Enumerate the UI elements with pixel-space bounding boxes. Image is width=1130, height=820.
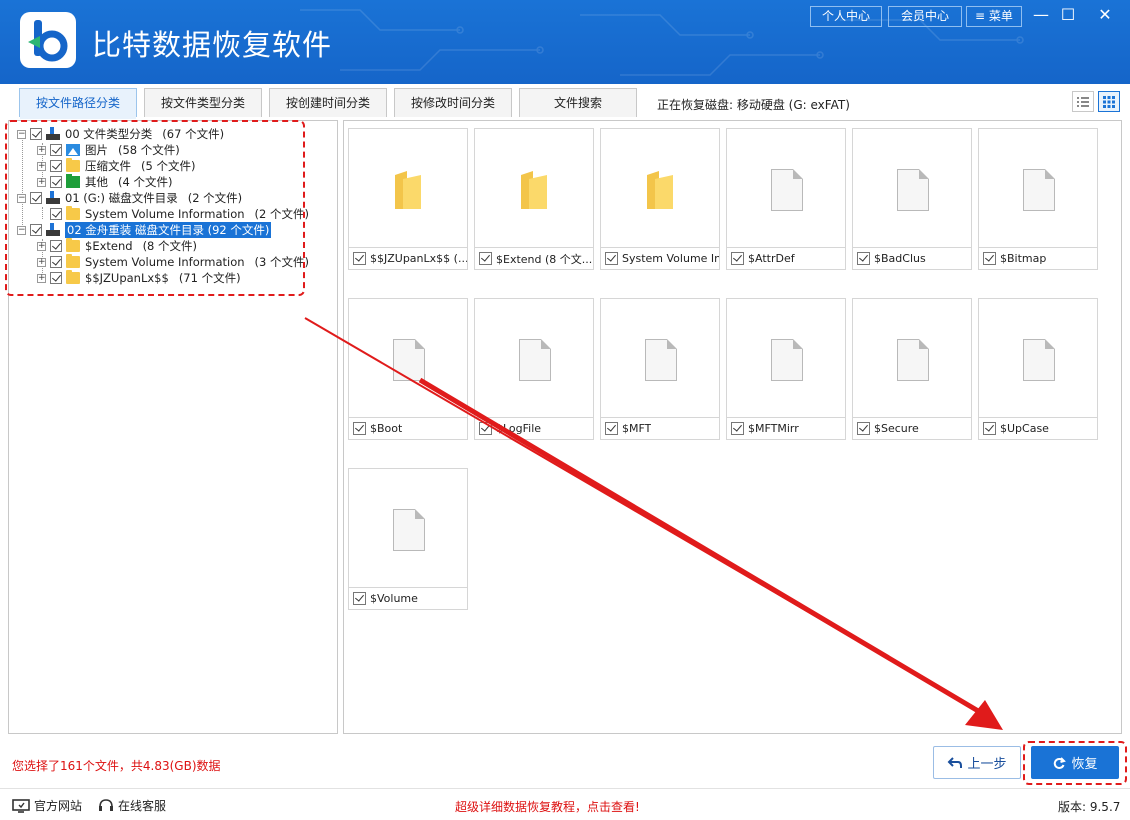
file-icon <box>771 169 803 211</box>
file-icon <box>393 509 425 551</box>
menu-button[interactable]: ≡ 菜单 <box>966 6 1022 27</box>
tabs-row: 按文件路径分类 按文件类型分类 按创建时间分类 按修改时间分类 文件搜索 正在恢… <box>0 84 1130 120</box>
selection-status: 您选择了161个文件，共4.83(GB)数据 <box>12 759 221 773</box>
file-name: System Volume In... <box>622 252 719 265</box>
file-checkbox[interactable] <box>731 422 744 435</box>
file-icon <box>519 339 551 381</box>
tab-by-modified[interactable]: 按修改时间分类 <box>394 88 512 117</box>
personal-center-button[interactable]: 个人中心 <box>810 6 882 27</box>
file-checkbox[interactable] <box>857 252 870 265</box>
close-button[interactable]: ✕ <box>1090 4 1120 26</box>
file-icon <box>771 339 803 381</box>
file-name: $MFTMirr <box>748 422 799 435</box>
menu-icon: ≡ <box>975 9 989 23</box>
file-name: $Extend (8 个文... <box>496 252 593 266</box>
file-icon <box>1023 339 1055 381</box>
headset-icon <box>99 799 113 811</box>
file-name: $Boot <box>370 422 403 435</box>
tab-by-created[interactable]: 按创建时间分类 <box>269 88 387 117</box>
previous-step-label: 上一步 <box>967 757 1007 772</box>
recovering-disk-label: 正在恢复磁盘: 移动硬盘 (G: exFAT) <box>657 98 850 112</box>
monitor-icon <box>12 798 30 813</box>
file-checkbox[interactable] <box>353 252 366 265</box>
official-website-link[interactable]: 官方网站 <box>12 797 82 814</box>
recover-highlight-box <box>1023 741 1127 785</box>
file-name: $MFT <box>622 422 652 435</box>
file-checkbox[interactable] <box>353 422 366 435</box>
file-tile[interactable]: $Secure <box>852 298 972 440</box>
tutorial-link[interactable]: 超级详细数据恢复教程，点击查看! <box>455 798 640 815</box>
file-tile[interactable]: $BadClus <box>852 128 972 270</box>
file-tile[interactable]: $Volume <box>348 468 468 610</box>
file-icon <box>645 339 677 381</box>
tab-by-type[interactable]: 按文件类型分类 <box>144 88 262 117</box>
file-tile[interactable]: System Volume In... <box>600 128 720 270</box>
grid-view-icon <box>1103 96 1115 108</box>
minimize-button[interactable]: — <box>1026 4 1056 26</box>
file-icon <box>897 339 929 381</box>
version-label: 版本: 9.5.7 <box>1058 800 1121 814</box>
file-name: $UpCase <box>1000 422 1049 435</box>
file-tile[interactable]: $MFTMirr <box>726 298 846 440</box>
file-checkbox[interactable] <box>479 422 492 435</box>
file-checkbox[interactable] <box>983 252 996 265</box>
bottom-bar: 官方网站 在线客服 超级详细数据恢复教程，点击查看! 版本: 9.5.7 <box>0 788 1130 820</box>
file-checkbox[interactable] <box>605 252 618 265</box>
file-name: $LogFile <box>496 422 542 435</box>
file-tile[interactable]: $LogFile <box>474 298 594 440</box>
file-name: $AttrDef <box>748 252 795 265</box>
file-tile[interactable]: $Extend (8 个文... <box>474 128 594 270</box>
file-name: $Volume <box>370 592 418 605</box>
official-website-label: 官方网站 <box>34 799 83 813</box>
file-checkbox[interactable] <box>605 422 618 435</box>
title-bar: 比特数据恢复软件 个人中心 会员中心 ≡ 菜单 — ☐ ✕ <box>0 0 1130 84</box>
tab-file-search[interactable]: 文件搜索 <box>519 88 637 117</box>
file-checkbox[interactable] <box>353 592 366 605</box>
tree-highlight-box <box>5 120 305 296</box>
file-icon <box>897 169 929 211</box>
member-center-button[interactable]: 会员中心 <box>888 6 962 27</box>
folder-icon <box>521 171 547 209</box>
file-name: $BadClus <box>874 252 926 265</box>
file-tile[interactable]: $AttrDef <box>726 128 846 270</box>
file-name: $$JZUpanLx$$ (... <box>370 252 467 265</box>
folder-icon <box>395 171 421 209</box>
online-support-link[interactable]: 在线客服 <box>98 797 166 814</box>
list-view-icon <box>1077 97 1089 107</box>
file-checkbox[interactable] <box>857 422 870 435</box>
menu-label: 菜单 <box>988 9 1013 23</box>
list-view-button[interactable] <box>1072 91 1094 112</box>
grid-view-button[interactable] <box>1098 91 1120 112</box>
file-tile[interactable]: $UpCase <box>978 298 1098 440</box>
file-tile[interactable]: $MFT <box>600 298 720 440</box>
folder-icon <box>647 171 673 209</box>
file-checkbox[interactable] <box>479 252 492 265</box>
file-tile[interactable]: $$JZUpanLx$$ (... <box>348 128 468 270</box>
app-title: 比特数据恢复软件 <box>92 28 333 62</box>
file-tile[interactable]: $Bitmap <box>978 128 1098 270</box>
file-checkbox[interactable] <box>983 422 996 435</box>
back-arrow-icon <box>948 756 963 768</box>
file-checkbox[interactable] <box>731 252 744 265</box>
tab-by-path[interactable]: 按文件路径分类 <box>19 88 137 119</box>
online-support-label: 在线客服 <box>118 799 167 813</box>
maximize-button[interactable]: ☐ <box>1053 4 1083 26</box>
file-name: $Bitmap <box>1000 252 1047 265</box>
app-logo <box>20 12 76 68</box>
file-name: $Secure <box>874 422 919 435</box>
previous-step-button[interactable]: 上一步 <box>933 746 1021 779</box>
file-icon <box>393 339 425 381</box>
file-icon <box>1023 169 1055 211</box>
file-tile[interactable]: $Boot <box>348 298 468 440</box>
